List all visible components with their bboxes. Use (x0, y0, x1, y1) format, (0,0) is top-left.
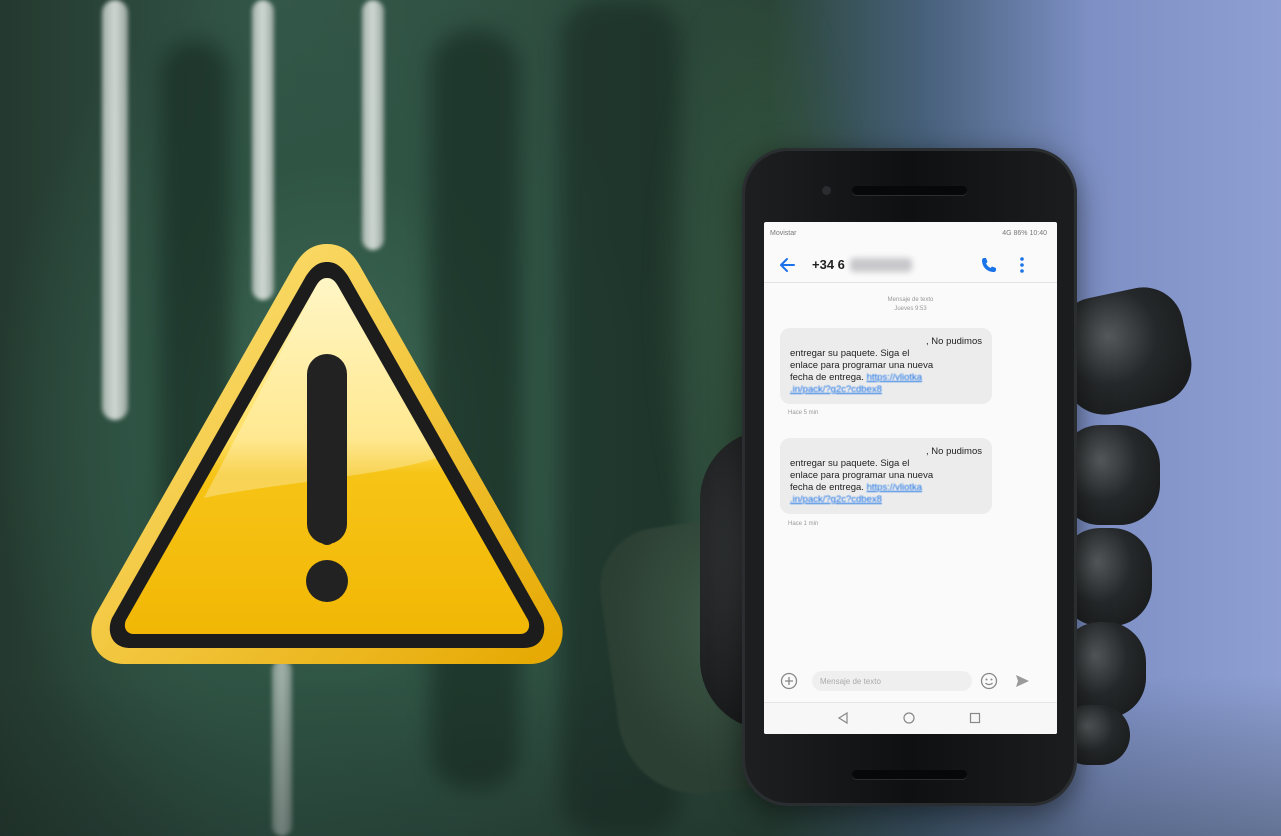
thread-info: Mensaje de texto Jueves 9:53 (764, 296, 1057, 314)
phone-screen: Movistar 4G 86% 10:40 +34 6 Mensaje de t… (764, 222, 1057, 734)
phishing-link[interactable]: .in/pack/?g2c?cdbex8 (790, 384, 882, 396)
message-line: , No pudimos (926, 336, 982, 347)
emoji-icon[interactable] (980, 672, 998, 690)
hoodie-string (362, 0, 384, 250)
status-indicators: 4G 86% 10:40 (1002, 230, 1047, 237)
phone-call-icon[interactable] (980, 256, 998, 274)
phishing-link[interactable]: https://vliotka (867, 482, 922, 494)
message-time: Hace 5 min (788, 410, 819, 416)
earpiece-speaker (852, 186, 967, 195)
message-input[interactable] (812, 671, 972, 691)
message-line: , No pudimos (926, 446, 982, 457)
redacted-number (850, 258, 912, 272)
warning-icon (91, 244, 563, 664)
nav-back-icon[interactable] (836, 711, 850, 725)
carrier-label: Movistar (770, 230, 797, 237)
more-options-icon[interactable] (1018, 256, 1026, 274)
message-time: Hace 1 min (788, 521, 819, 527)
message-line: enlace para programar una nueva (790, 360, 934, 371)
conversation-header: +34 6 (764, 248, 1057, 283)
message-bubble: , No pudimos entregar su paquete. Siga e… (780, 328, 992, 404)
message-line: entregar su paquete. Siga el (790, 348, 910, 359)
message-composer (764, 666, 1057, 698)
nav-home-icon[interactable] (902, 711, 916, 725)
phishing-link[interactable]: https://vliotka (867, 372, 922, 384)
message-line: entregar su paquete. Siga el (790, 458, 910, 469)
back-arrow-icon[interactable] (778, 256, 796, 274)
phishing-link[interactable]: .in/pack/?g2c?cdbex8 (790, 494, 882, 506)
contact-number: +34 6 (812, 257, 845, 272)
front-camera (822, 186, 831, 195)
android-nav-bar (764, 702, 1057, 734)
add-attachment-icon[interactable] (780, 672, 798, 690)
thread-type: Mensaje de texto (887, 297, 934, 303)
send-icon[interactable] (1014, 673, 1030, 689)
message-line: fecha de entrega. (790, 372, 864, 383)
message-bubble: , No pudimos entregar su paquete. Siga e… (780, 438, 992, 514)
bottom-speaker (852, 770, 967, 779)
smartphone: Movistar 4G 86% 10:40 +34 6 Mensaje de t… (742, 148, 1077, 806)
status-bar: Movistar 4G 86% 10:40 (764, 222, 1057, 244)
thread-date: Jueves 9:53 (894, 306, 927, 312)
nav-recents-icon[interactable] (968, 711, 982, 725)
message-line: enlace para programar una nueva (790, 470, 934, 481)
message-line: fecha de entrega. (790, 482, 864, 493)
